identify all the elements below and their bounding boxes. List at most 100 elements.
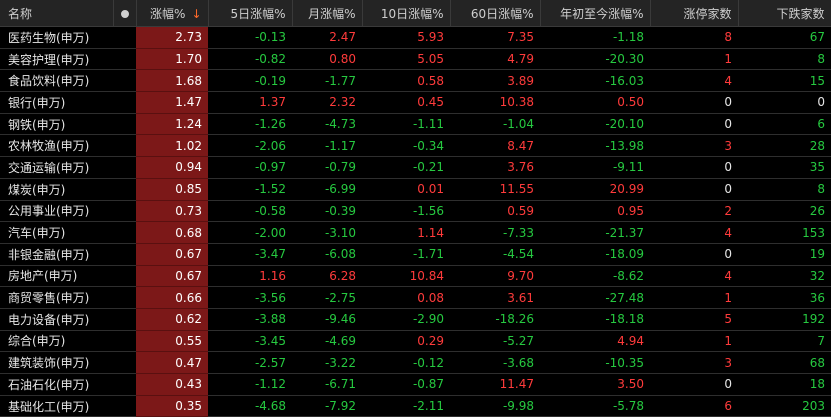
change-pct-cell: 0.67 (136, 265, 208, 288)
month-change-cell: 2.32 (292, 91, 362, 114)
10d-change-cell: 0.08 (362, 286, 450, 309)
column-header-ytd-change[interactable]: 年初至今涨幅% (540, 0, 651, 27)
table-row[interactable]: 公用事业(申万) 0.73 -0.58 -0.39 -1.56 0.59 0.95 2 26 (0, 200, 831, 223)
limit-up-count-cell: 5 (650, 308, 738, 331)
column-header-dot[interactable] (113, 0, 137, 27)
table-row[interactable]: 非银金融(申万) 0.67 -3.47 -6.08 -1.71 -4.54 -18.09 0 1… (0, 243, 831, 266)
limit-up-count-cell: 1 (650, 286, 738, 309)
5d-change-cell: -0.97 (208, 156, 292, 179)
sector-name: 基础化工(申万) (0, 395, 113, 417)
column-header-change-pct[interactable]: 涨幅% ↓ (136, 0, 209, 27)
table-row[interactable]: 石油石化(申万) 0.43 -1.12 -6.71 -0.87 11.47 3.50 0 18 (0, 373, 831, 396)
sector-name: 煤炭(申万) (0, 178, 113, 201)
table-row[interactable]: 美容护理(申万) 1.70 -0.82 0.80 5.05 4.79 -20.30 1 8 (0, 48, 831, 71)
60d-change-cell: 9.70 (450, 265, 540, 288)
60d-change-cell: 11.47 (450, 373, 540, 396)
5d-change-cell: -0.82 (208, 48, 292, 71)
5d-change-cell: -3.88 (208, 308, 292, 331)
decline-count-cell: 32 (738, 265, 831, 288)
month-change-cell: -0.39 (292, 200, 362, 223)
change-pct-cell: 1.24 (136, 113, 208, 136)
table-row[interactable]: 食品饮料(申万) 1.68 -0.19 -1.77 0.58 3.89 -16.03 4 15 (0, 69, 831, 93)
table-row[interactable]: 建筑装饰(申万) 0.47 -2.57 -3.22 -0.12 -3.68 -10.35 3 6… (0, 351, 831, 374)
month-change-cell: -0.79 (292, 156, 362, 179)
60d-change-cell: 11.55 (450, 178, 540, 201)
5d-change-cell: -2.57 (208, 351, 292, 374)
table-row[interactable]: 基础化工(申万) 0.35 -4.68 -7.92 -2.11 -9.98 -5.78 6 20… (0, 395, 831, 417)
ytd-change-cell: -20.30 (540, 48, 650, 71)
decline-count-cell: 36 (738, 286, 831, 309)
table-row[interactable]: 房地产(申万) 0.67 1.16 6.28 10.84 9.70 -8.62 4 32 (0, 265, 831, 288)
month-change-cell: -4.69 (292, 330, 362, 353)
month-change-cell: -9.46 (292, 308, 362, 331)
60d-change-cell: 3.61 (450, 286, 540, 309)
60d-change-cell: 8.47 (450, 134, 540, 158)
change-pct-cell: 0.66 (136, 286, 208, 309)
limit-up-count-cell: 0 (650, 243, 738, 266)
column-header-decline-count[interactable]: 下跌家数 (738, 0, 831, 27)
change-pct-cell: 0.67 (136, 243, 208, 266)
ytd-change-cell: -20.10 (540, 113, 650, 136)
ytd-change-cell: -18.09 (540, 243, 650, 266)
row-marker (113, 265, 136, 288)
change-pct-cell: 1.70 (136, 48, 208, 71)
ytd-change-cell: -18.18 (540, 308, 650, 331)
month-change-cell: 0.80 (292, 48, 362, 71)
60d-change-cell: -1.04 (450, 113, 540, 136)
limit-up-count-cell: 6 (650, 395, 738, 417)
limit-up-count-cell: 0 (650, 113, 738, 136)
table-row[interactable]: 农林牧渔(申万) 1.02 -2.06 -1.17 -0.34 8.47 -13.98 3 28 (0, 134, 831, 158)
month-change-cell: -6.08 (292, 243, 362, 266)
table-row[interactable]: 交通运输(申万) 0.94 -0.97 -0.79 -0.21 3.76 -9.11 0 35 (0, 156, 831, 179)
limit-up-count-cell: 0 (650, 178, 738, 201)
10d-change-cell: -0.21 (362, 156, 450, 179)
limit-up-count-cell: 4 (650, 221, 738, 244)
month-change-cell: -2.75 (292, 286, 362, 309)
table-header: 名称 涨幅% ↓ 5日涨幅% 月涨幅% 10日涨幅% 60日涨幅% 年初至今涨幅%… (0, 0, 831, 27)
decline-count-cell: 192 (738, 308, 831, 331)
table-row[interactable]: 钢铁(申万) 1.24 -1.26 -4.73 -1.11 -1.04 -20.10 0 6 (0, 113, 831, 136)
limit-up-count-cell: 8 (650, 26, 738, 49)
decline-count-cell: 26 (738, 200, 831, 223)
table-row[interactable]: 医药生物(申万) 2.73 -0.13 2.47 5.93 7.35 -1.18 8 67 (0, 26, 831, 49)
row-marker (113, 308, 136, 331)
ytd-change-cell: -10.35 (540, 351, 650, 374)
table-body: 医药生物(申万) 2.73 -0.13 2.47 5.93 7.35 -1.18 8 67 美容护… (0, 26, 831, 417)
row-marker (113, 330, 136, 353)
column-header-10d-change[interactable]: 10日涨幅% (362, 0, 451, 27)
table-row[interactable]: 电力设备(申万) 0.62 -3.88 -9.46 -2.90 -18.26 -18.18 5… (0, 308, 831, 331)
row-marker (113, 351, 136, 374)
table-row[interactable]: 综合(申万) 0.55 -3.45 -4.69 0.29 -5.27 4.94 1 7 (0, 330, 831, 353)
decline-count-cell: 8 (738, 48, 831, 71)
table-row[interactable]: 银行(申万) 1.47 1.37 2.32 0.45 10.38 0.50 0 0 (0, 91, 831, 114)
ytd-change-cell: 20.99 (540, 178, 650, 201)
row-marker (113, 134, 136, 158)
10d-change-cell: 1.14 (362, 221, 450, 244)
sector-name: 美容护理(申万) (0, 48, 113, 71)
decline-count-cell: 7 (738, 330, 831, 353)
table-row[interactable]: 汽车(申万) 0.68 -2.00 -3.10 1.14 -7.33 -21.37 4 153 (0, 221, 831, 244)
limit-up-count-cell: 2 (650, 200, 738, 223)
5d-change-cell: -0.58 (208, 200, 292, 223)
column-header-name[interactable]: 名称 (0, 0, 114, 27)
sort-descending-icon: ↓ (191, 6, 202, 21)
table-row[interactable]: 商贸零售(申万) 0.66 -3.56 -2.75 0.08 3.61 -27.48 1 36 (0, 286, 831, 309)
ytd-change-cell: -1.18 (540, 26, 650, 49)
decline-count-cell: 8 (738, 178, 831, 201)
sector-name: 公用事业(申万) (0, 200, 113, 223)
column-header-limit-up-count[interactable]: 涨停家数 (650, 0, 739, 27)
5d-change-cell: -1.26 (208, 113, 292, 136)
sector-performance-table: 名称 涨幅% ↓ 5日涨幅% 月涨幅% 10日涨幅% 60日涨幅% 年初至今涨幅%… (0, 0, 831, 417)
column-header-5d-change[interactable]: 5日涨幅% (208, 0, 293, 27)
table-row[interactable]: 煤炭(申万) 0.85 -1.52 -6.99 0.01 11.55 20.99 0 8 (0, 178, 831, 201)
column-header-60d-change[interactable]: 60日涨幅% (450, 0, 541, 27)
month-change-cell: -4.73 (292, 113, 362, 136)
limit-up-count-cell: 3 (650, 134, 738, 158)
change-pct-cell: 0.68 (136, 221, 208, 244)
column-header-month-change[interactable]: 月涨幅% (292, 0, 363, 27)
5d-change-cell: -0.13 (208, 26, 292, 49)
10d-change-cell: 5.05 (362, 48, 450, 71)
decline-count-cell: 153 (738, 221, 831, 244)
row-marker (113, 113, 136, 136)
sector-name: 银行(申万) (0, 91, 113, 114)
